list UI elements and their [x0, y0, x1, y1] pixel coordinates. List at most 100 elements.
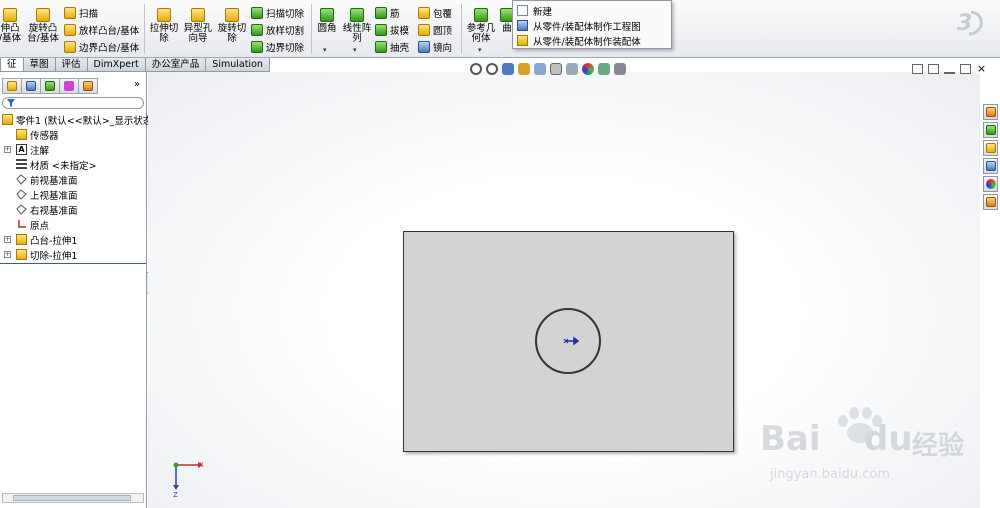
zoom-to-fit-icon[interactable] [470, 63, 482, 75]
boundary-boss-button[interactable]: 边界凸台/基体 [64, 39, 139, 55]
menu-item-new[interactable]: 新建 [517, 3, 552, 18]
tree-item-origin[interactable]: 原点 [0, 217, 146, 232]
mirror-button[interactable]: 镜向 [418, 39, 452, 55]
revolved-boss-button[interactable]: 旋转凸 台/基体 [26, 8, 60, 44]
boundary-cut-button[interactable]: 边界切除 [251, 39, 304, 55]
extruded-boss-button[interactable]: 伸凸 /基体 [0, 8, 24, 44]
view-settings-icon[interactable] [614, 63, 626, 75]
tab-dimxpert[interactable]: DimXpert [86, 58, 146, 72]
appearances-tab[interactable] [983, 176, 998, 192]
lofted-boss-label: 放样凸台/基体 [79, 26, 140, 37]
draft-button[interactable]: 拔模 [375, 22, 409, 38]
restore-icon[interactable] [912, 64, 923, 74]
reference-geometry-button[interactable]: 参考几 何体 [465, 8, 497, 44]
tab-office-products[interactable]: 办公室产品 [144, 58, 207, 72]
wrap-button[interactable]: 包覆 [418, 5, 452, 21]
shell-button[interactable]: 抽壳 [375, 39, 409, 55]
display-manager-icon [83, 81, 93, 91]
display-style-icon[interactable] [550, 63, 562, 75]
curves-label: 曲 [502, 23, 512, 34]
swept-boss-button[interactable]: 扫描 [64, 5, 98, 21]
tab-evaluate[interactable]: 评估 [54, 58, 88, 72]
display-manager-tab[interactable] [78, 78, 98, 94]
apply-scene-icon[interactable] [598, 63, 610, 75]
home-icon [985, 107, 996, 117]
tree-item-label: 传感器 [30, 130, 59, 142]
hole-wizard-button[interactable]: 异型孔 向导 [182, 8, 214, 44]
revolved-cut-label: 旋转切 除 [217, 23, 247, 44]
reference-geometry-dropdown-arrow[interactable]: ▾ [478, 46, 482, 54]
linear-pattern-label: 线性阵 列 [342, 23, 372, 44]
expand-toggle[interactable]: + [4, 251, 11, 258]
feature-manager-tab[interactable] [2, 78, 22, 94]
dome-icon [418, 24, 430, 36]
previous-view-icon[interactable] [502, 63, 514, 75]
wrap-label: 包覆 [433, 9, 453, 20]
rib-icon [375, 7, 387, 19]
watermark-brand: Bai [760, 419, 821, 459]
property-manager-tab[interactable] [21, 78, 41, 94]
menu-item-make-drawing[interactable]: 从零件/装配体制作工程图 [517, 18, 641, 33]
fillet-icon [320, 8, 334, 22]
linear-pattern-button[interactable]: 线性阵 列 [342, 8, 372, 44]
origin-icon [18, 220, 26, 228]
draft-label: 拔模 [390, 26, 410, 37]
view-palette-tab[interactable] [983, 158, 998, 174]
lofted-cut-button[interactable]: 放样切割 [251, 22, 304, 38]
close-icon[interactable]: × [976, 63, 987, 74]
revolved-cut-button[interactable]: 旋转切 除 [217, 8, 247, 44]
tree-item-sensors[interactable]: 传感器 [0, 127, 146, 142]
scrollbar-thumb[interactable] [13, 495, 131, 501]
edit-appearance-icon[interactable] [582, 63, 594, 75]
expand-toggle[interactable]: + [4, 236, 11, 243]
fillet-button[interactable]: 圆角 [315, 8, 339, 34]
boss-extrude-icon [16, 234, 27, 245]
tab-simulation[interactable]: Simulation [205, 58, 270, 72]
part-face-rectangle[interactable] [403, 231, 734, 452]
zoom-to-area-icon[interactable] [486, 63, 498, 75]
dimxpert-manager-tab[interactable] [59, 78, 79, 94]
configuration-manager-tab[interactable] [40, 78, 60, 94]
tree-item-material[interactable]: 材质 <未指定> [0, 157, 146, 172]
tab-features[interactable]: 征 [0, 58, 24, 72]
hole-wizard-icon [191, 8, 205, 22]
menu-item-make-assembly[interactable]: 从零件/装配体制作装配体 [517, 33, 641, 48]
custom-properties-tab[interactable] [983, 194, 998, 210]
lofted-boss-button[interactable]: 放样凸台/基体 [64, 22, 139, 38]
tree-filter-input[interactable] [2, 97, 144, 109]
extruded-boss-icon [3, 8, 17, 22]
horizontal-scrollbar[interactable] [2, 493, 144, 503]
rib-button[interactable]: 筋 [375, 5, 400, 21]
swept-cut-button[interactable]: 扫描切除 [251, 5, 304, 21]
tree-item-label: 前视基准面 [30, 175, 78, 187]
design-library-tab[interactable] [983, 122, 998, 138]
tree-root[interactable]: 零件1 (默认<<默认>_显示状态 [0, 112, 152, 127]
hide-show-items-icon[interactable] [566, 63, 578, 75]
tree-item-annotations[interactable]: + A 注解 [0, 142, 146, 157]
expand-toggle[interactable]: + [4, 146, 11, 153]
file-explorer-tab[interactable] [983, 140, 998, 156]
panel-split-divider[interactable] [0, 263, 146, 264]
minimize-icon[interactable] [944, 64, 955, 74]
linear-pattern-dropdown-arrow[interactable]: ▾ [353, 46, 357, 54]
tree-item-top-plane[interactable]: 上视基准面 [0, 187, 146, 202]
maximize-icon[interactable] [960, 64, 971, 74]
shell-label: 抽壳 [390, 43, 410, 54]
document-window-controls: × [912, 63, 987, 74]
dome-button[interactable]: 圆顶 [418, 22, 452, 38]
tree-item-boss-extrude[interactable]: + 凸台-拉伸1 [0, 232, 146, 247]
tile-icon[interactable] [928, 64, 939, 74]
extruded-cut-label: 拉伸切 除 [149, 23, 179, 44]
tree-item-right-plane[interactable]: 右视基准面 [0, 202, 146, 217]
tree-item-cut-extrude[interactable]: + 切除-拉伸1 [0, 247, 146, 262]
tab-sketch[interactable]: 草图 [22, 58, 56, 72]
extruded-cut-button[interactable]: 拉伸切 除 [149, 8, 179, 44]
view-orientation-icon[interactable] [534, 63, 546, 75]
fillet-dropdown-arrow[interactable]: ▾ [323, 46, 327, 54]
tree-item-front-plane[interactable]: 前视基准面 [0, 172, 146, 187]
mirror-icon [418, 41, 430, 53]
solidworks-resources-tab[interactable] [983, 104, 998, 120]
expand-chevron-icon[interactable]: » [134, 79, 140, 90]
section-view-icon[interactable] [518, 63, 530, 75]
plane-icon [16, 204, 27, 215]
